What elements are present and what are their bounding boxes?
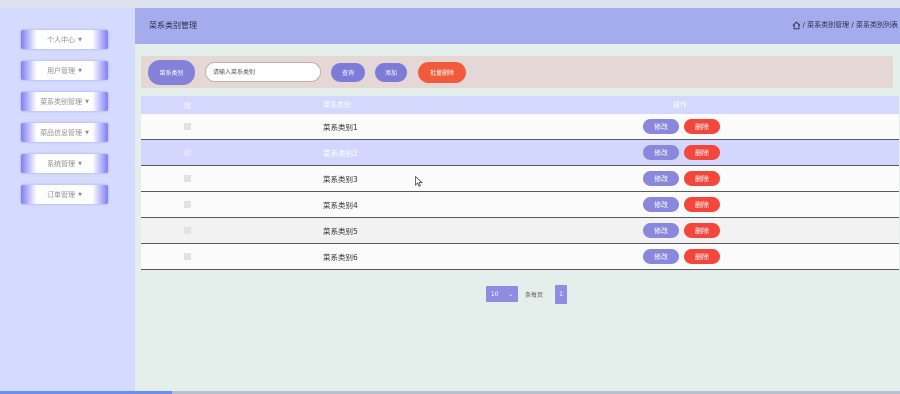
delete-button[interactable]: 删除: [684, 249, 720, 264]
table-header: 菜系类别 操作: [141, 96, 899, 114]
edit-button[interactable]: 修改: [643, 119, 679, 134]
row-name: 菜系类别6: [323, 253, 358, 262]
table-row[interactable]: 菜系类别6 修改 删除: [141, 244, 899, 270]
edit-button[interactable]: 修改: [643, 249, 679, 264]
main-content: 菜系类别 查询 添加 批量删除 菜系类别 操作 菜系类别1 修改 删除 菜系类别…: [135, 44, 900, 394]
search-bar: 菜系类别 查询 添加 批量删除: [141, 56, 893, 88]
page-number-button[interactable]: 1: [555, 285, 567, 304]
sidebar-item-personal-center[interactable]: 个人中心 ▼: [21, 30, 108, 49]
sidebar-item-system[interactable]: 系统管理 ▼: [21, 154, 108, 173]
sidebar-item-label: 个人中心: [47, 35, 76, 44]
row-checkbox[interactable]: [184, 253, 191, 260]
page-title: 菜系类别管理: [149, 21, 197, 30]
query-button[interactable]: 查询: [331, 63, 365, 82]
table-row[interactable]: 菜系类别1 修改 删除: [141, 114, 899, 140]
caret-down-icon: ▼: [78, 36, 82, 43]
row-name: 菜系类别3: [323, 175, 358, 184]
sidebar: 个人中心 ▼ 用户管理 ▼ 菜系类别管理 ▼ 菜品信息管理 ▼ 系统管理 ▼ 订单管理 ▼: [0, 8, 135, 394]
sidebar-item-label: 订单管理: [47, 190, 76, 199]
search-label: 菜系类别: [148, 60, 195, 85]
home-icon[interactable]: [792, 21, 801, 30]
table-row[interactable]: 菜系类别2 修改 删除: [141, 140, 899, 166]
row-checkbox[interactable]: [184, 149, 191, 156]
chevron-down-icon: ⌄: [508, 290, 514, 298]
table-row[interactable]: 菜系类别3 修改 删除: [141, 166, 899, 192]
sidebar-item-user-management[interactable]: 用户管理 ▼: [21, 61, 108, 80]
column-header-actions: 操作: [673, 101, 687, 109]
row-checkbox[interactable]: [184, 123, 191, 130]
sidebar-item-label: 菜系类别管理: [40, 97, 83, 106]
row-name: 菜系类别1: [323, 123, 358, 132]
caret-down-icon: ▼: [78, 191, 82, 198]
caret-down-icon: ▼: [85, 98, 89, 105]
edit-button[interactable]: 修改: [643, 223, 679, 238]
sidebar-item-cuisine-category[interactable]: 菜系类别管理 ▼: [21, 92, 108, 111]
delete-button[interactable]: 删除: [684, 119, 720, 134]
row-checkbox[interactable]: [184, 227, 191, 234]
delete-button[interactable]: 删除: [684, 171, 720, 186]
row-checkbox[interactable]: [184, 201, 191, 208]
caret-down-icon: ▼: [85, 129, 89, 136]
batch-delete-button[interactable]: 批量删除: [418, 62, 466, 83]
edit-button[interactable]: 修改: [643, 171, 679, 186]
search-input[interactable]: [205, 62, 321, 82]
breadcrumb-path: / 菜系类别管理 / 菜系类别列表: [802, 21, 898, 29]
mouse-cursor-icon: [415, 176, 423, 187]
select-all-checkbox[interactable]: [184, 102, 191, 109]
edit-button[interactable]: 修改: [643, 145, 679, 160]
delete-button[interactable]: 删除: [684, 223, 720, 238]
add-button[interactable]: 添加: [375, 63, 407, 82]
sidebar-item-orders[interactable]: 订单管理 ▼: [21, 185, 108, 204]
column-header-name: 菜系类别: [323, 101, 351, 109]
row-name: 菜系类别2: [323, 149, 358, 158]
sidebar-item-label: 菜品信息管理: [40, 128, 83, 137]
breadcrumb: / 菜系类别管理 / 菜系类别列表: [792, 20, 898, 30]
row-name: 菜系类别5: [323, 227, 358, 236]
top-strip: [0, 0, 900, 8]
sidebar-item-label: 系统管理: [47, 159, 76, 168]
edit-button[interactable]: 修改: [643, 197, 679, 212]
page-size-value: 10: [490, 290, 499, 298]
table-row[interactable]: 菜系类别5 修改 删除: [141, 218, 899, 244]
per-page-label: 条每页: [525, 292, 544, 299]
sidebar-item-dish-info[interactable]: 菜品信息管理 ▼: [21, 123, 108, 142]
data-table: 菜系类别 操作 菜系类别1 修改 删除 菜系类别2 修改 删除 菜系类别3 修改…: [141, 96, 899, 270]
table-row[interactable]: 菜系类别4 修改 删除: [141, 192, 899, 218]
delete-button[interactable]: 删除: [684, 197, 720, 212]
row-checkbox[interactable]: [184, 175, 191, 182]
row-name: 菜系类别4: [323, 201, 358, 210]
caret-down-icon: ▼: [78, 67, 82, 74]
delete-button[interactable]: 删除: [684, 145, 720, 160]
page-size-select[interactable]: 10 ⌄: [486, 286, 518, 302]
sidebar-item-label: 用户管理: [47, 66, 76, 75]
caret-down-icon: ▼: [78, 160, 82, 167]
page-header: 菜系类别管理 / 菜系类别管理 / 菜系类别列表: [135, 8, 900, 44]
